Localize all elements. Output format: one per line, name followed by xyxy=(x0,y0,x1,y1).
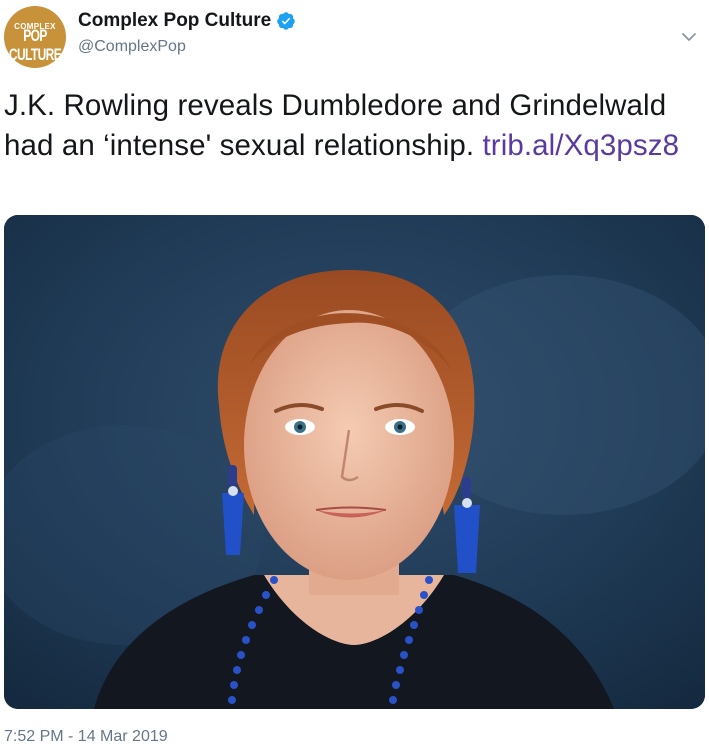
tweet-card: COMPLEX POP CULTURE Complex Pop Culture … xyxy=(0,0,709,752)
tweet-header: COMPLEX POP CULTURE Complex Pop Culture … xyxy=(4,6,704,70)
account-handle[interactable]: @ComplexPop xyxy=(78,38,296,56)
verified-badge-icon xyxy=(276,11,296,31)
tweet-link[interactable]: trib.al/Xq3psz8 xyxy=(482,129,679,162)
tweet-text: J.K. Rowling reveals Dumbledore and Grin… xyxy=(4,86,704,166)
display-name-row: Complex Pop Culture xyxy=(78,8,296,34)
tweet-photo[interactable] xyxy=(4,215,705,709)
avatar-logo-bottom: POP CULTURE xyxy=(8,26,62,64)
account-names: Complex Pop Culture @ComplexPop xyxy=(78,8,296,56)
avatar[interactable]: COMPLEX POP CULTURE xyxy=(4,6,66,68)
tweet-timestamp[interactable]: 7:52 PM - 14 Mar 2019 xyxy=(4,728,168,746)
display-name[interactable]: Complex Pop Culture xyxy=(78,10,271,32)
chevron-down-icon[interactable] xyxy=(680,30,698,44)
